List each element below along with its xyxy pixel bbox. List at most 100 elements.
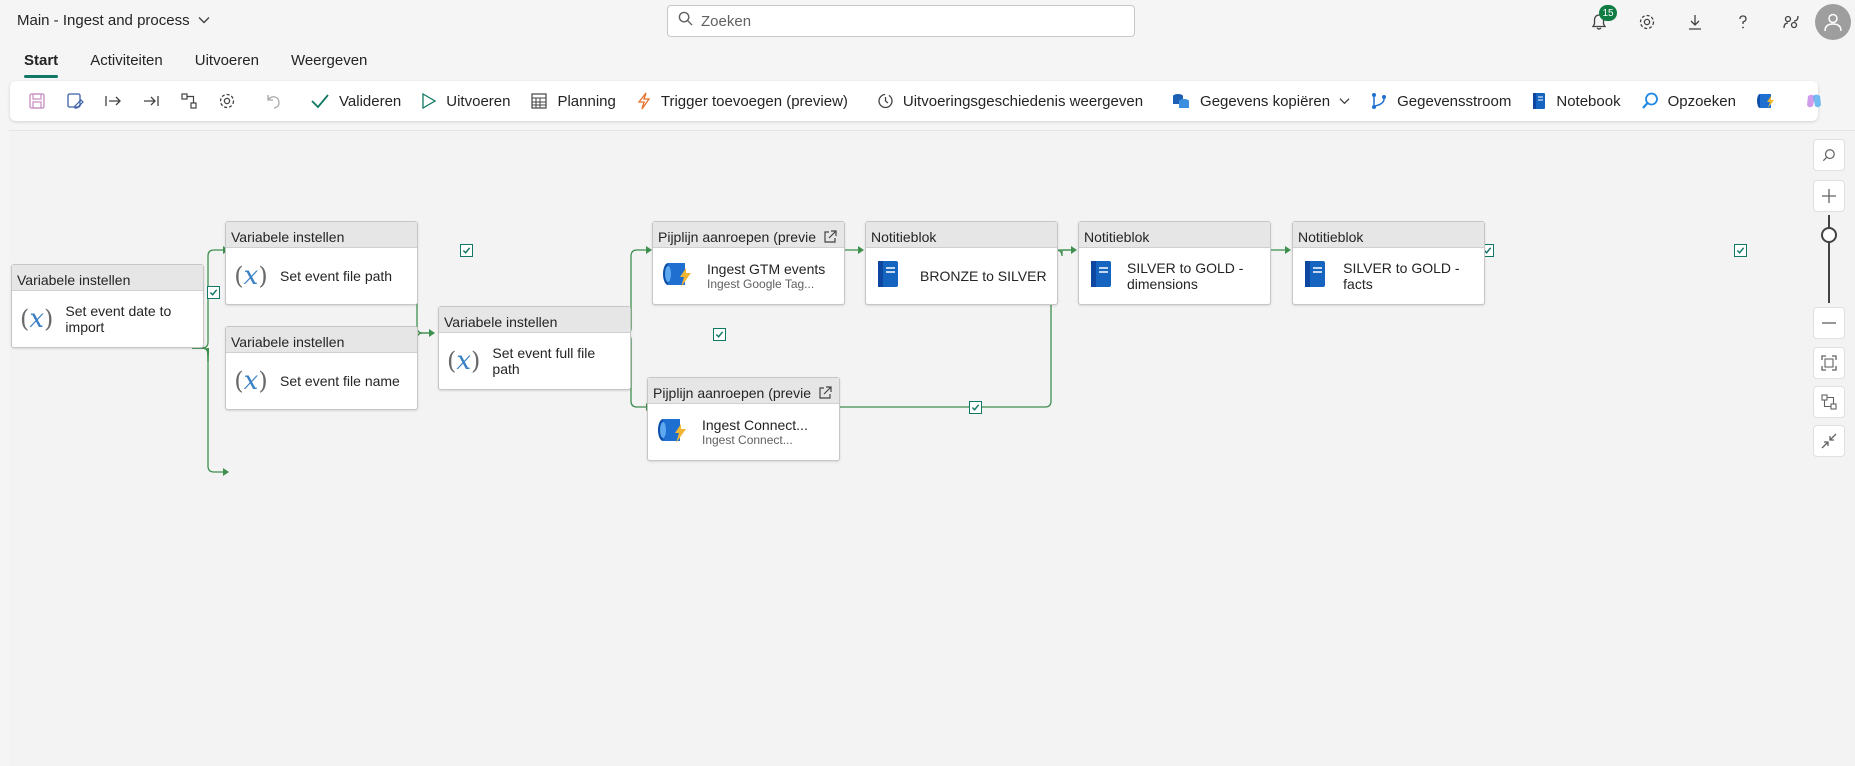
run-label: Uitvoeren [446,92,511,110]
search-box[interactable]: Zoeken [667,5,1135,37]
move-right-button[interactable] [94,81,132,121]
gear-icon [1639,14,1655,30]
activity-bronze-to-silver[interactable]: Notitieblok BRONZE to SILVER [865,221,1058,305]
open-external-icon [824,230,837,243]
variable-icon: (x) [234,261,268,291]
success-output-checkbox[interactable] [969,401,982,414]
edge-date-to-name [192,347,209,362]
help-button[interactable] [1719,0,1767,44]
activity-header: Notitieblok [1079,222,1270,248]
arrow-right-from-line-icon [105,96,121,106]
save-button[interactable] [18,81,56,121]
arrowhead-full [429,329,435,337]
success-output-checkbox[interactable] [1734,244,1747,257]
tab-weergeven[interactable]: Weergeven [291,44,383,78]
activity-header: Pijplijn aanroepen (previe [648,378,839,404]
lookup-icon [1641,92,1658,109]
activity-type: Pijplijn aanroepen (previe [658,229,816,245]
move-end-button[interactable] [132,81,170,121]
calendar-icon [531,93,548,109]
download-icon [1689,15,1701,30]
lookup-button[interactable]: Opzoeken [1631,81,1746,121]
gear-icon [219,93,235,109]
schedule-button[interactable]: Planning [520,81,625,121]
checkmark-icon [462,247,471,254]
activity-name: Set event file name [280,373,400,389]
save-as-button[interactable] [56,81,94,121]
checkmark-icon [311,94,329,109]
download-button[interactable] [1671,0,1719,44]
settings-toolbar-button[interactable] [208,81,246,121]
plus-icon [1822,189,1836,203]
pipeline-icon [661,259,695,294]
auto-align-canvas-button[interactable] [1813,386,1845,418]
activity-set-event-date[interactable]: Variabele instellen (x) Set event date t… [11,264,204,348]
zoom-in-button[interactable] [1813,180,1845,212]
notebook-icon [1087,259,1115,294]
validate-button[interactable]: Valideren [300,81,411,121]
activity-header: Notitieblok [866,222,1057,248]
success-output-checkbox[interactable] [207,286,220,299]
top-icons: 15 [1575,0,1855,44]
search-icon [678,11,693,31]
dataflow-button[interactable]: Gegevensstroom [1360,81,1521,121]
activity-header: Variabele instellen [12,265,203,291]
tab-activiteiten[interactable]: Activiteiten [90,44,179,78]
success-output-checkbox[interactable] [460,244,473,257]
notebook-button[interactable]: Notebook [1521,81,1630,121]
undo-button[interactable] [254,81,292,121]
invoke-pipeline-button[interactable] [1746,81,1786,121]
activity-type: Variabele instellen [231,229,345,245]
share-button[interactable] [1767,0,1815,44]
arrow-right-to-line-icon [144,96,159,106]
copy-data-button[interactable]: Gegevens kopiëren [1161,81,1360,121]
view-run-history-button[interactable]: Uitvoeringsgeschiedenis weergeven [866,81,1153,121]
tab-uitvoeren[interactable]: Uitvoeren [195,44,275,78]
view-run-history-label: Uitvoeringsgeschiedenis weergeven [902,92,1144,110]
save-edit-icon [67,93,84,109]
zoom-out-button[interactable] [1813,307,1845,339]
auto-align-button[interactable] [170,81,208,121]
undo-icon [267,95,280,109]
collapse-icon [1821,433,1837,449]
variable-icon: (x) [234,366,268,396]
success-output-checkbox[interactable] [713,328,726,341]
fit-to-screen-button[interactable] [1813,347,1845,379]
collapse-button[interactable] [1813,425,1845,457]
chevron-down-icon[interactable] [198,15,210,27]
activity-ingest-connect[interactable]: Pijplijn aanroepen (previe Ingest Connec… [647,377,840,461]
activity-silver-to-gold-dimensions[interactable]: Notitieblok SILVER to GOLD - dimensions [1078,221,1271,305]
lookup-label: Opzoeken [1667,92,1736,110]
activity-set-event-full-file-path[interactable]: Variabele instellen (x) Set event full f… [438,306,631,390]
pipeline-title-text: Main - Ingest and process [17,12,190,29]
tab-start[interactable]: Start [24,44,74,78]
pipeline-canvas[interactable]: Variabele instellen (x) Set event date t… [9,130,1855,766]
edge-date-lower [207,348,223,473]
toolbar: Valideren Uitvoeren Planning Trigger toe… [10,81,1821,121]
notifications-button[interactable]: 15 [1575,0,1623,44]
activity-silver-to-gold-facts[interactable]: Notitieblok SILVER to GOLD - facts [1292,221,1485,305]
activity-type: Variabele instellen [231,334,345,350]
notebook-icon [1533,93,1546,109]
copilot-button[interactable] [1794,81,1834,121]
top-bar: Main - Ingest and process Zoeken 15 [0,0,1855,44]
open-external-icon [819,386,832,399]
add-trigger-button[interactable]: Trigger toevoegen (preview) [626,81,858,121]
canvas-search-button[interactable] [1813,139,1845,171]
avatar[interactable] [1815,4,1851,40]
run-button[interactable]: Uitvoeren [411,81,520,121]
notebook-icon [1301,259,1331,294]
pipeline-title[interactable]: Main - Ingest and process [17,12,210,29]
activity-header: Variabele instellen [439,307,630,333]
activity-set-event-file-path[interactable]: Variabele instellen (x) Set event file p… [225,221,418,305]
settings-button[interactable] [1623,0,1671,44]
activity-set-event-file-name[interactable]: Variabele instellen (x) Set event file n… [225,326,418,410]
zoom-slider-thumb[interactable] [1821,227,1837,243]
arrowhead-bronze [858,246,864,254]
copy-data-icon [1173,94,1190,108]
activity-ingest-gtm-events[interactable]: Pijplijn aanroepen (previe Ingest GTM ev… [652,221,845,305]
variable-icon: (x) [20,304,54,334]
activity-type: Notitieblok [1298,229,1364,245]
play-icon [422,92,437,110]
history-icon [878,93,893,109]
